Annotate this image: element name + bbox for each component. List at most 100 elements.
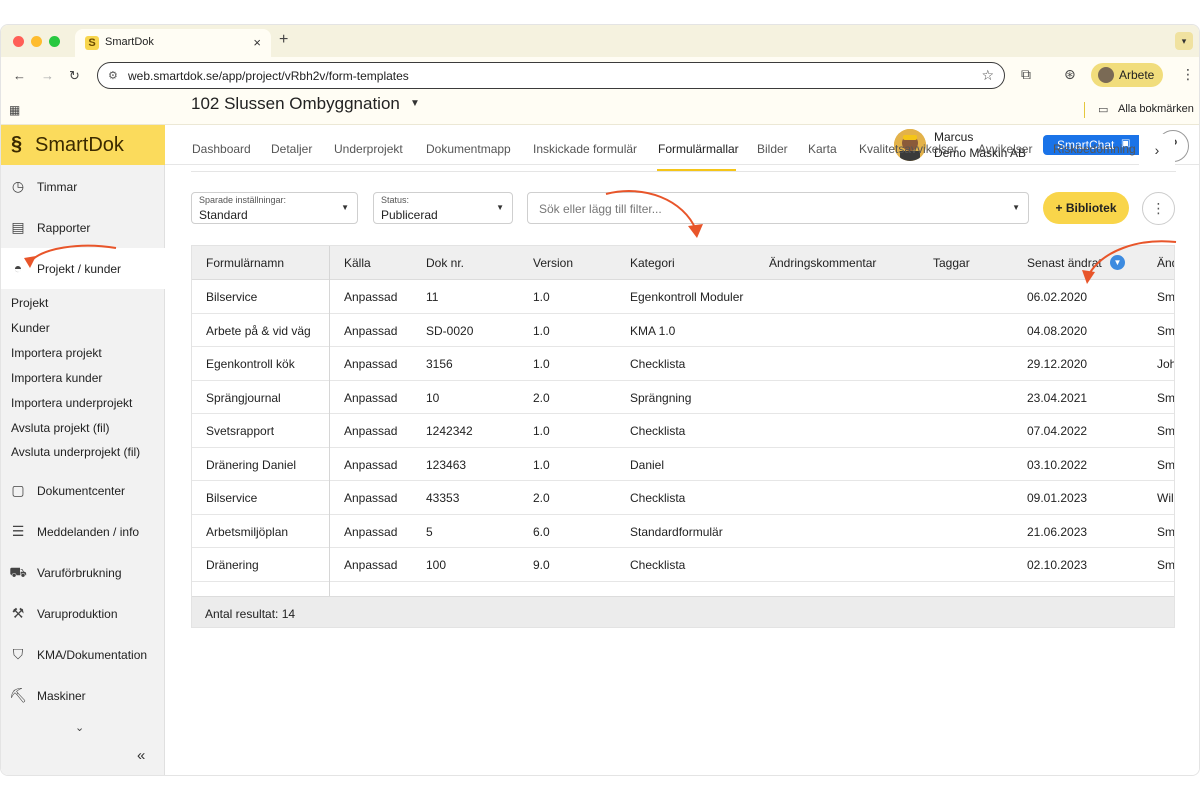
sidebar-item-label: Dokumentcenter [37, 484, 126, 498]
tab-close-icon[interactable]: × [253, 35, 261, 50]
chatgpt-extension-icon[interactable]: ⊛ [1064, 66, 1076, 83]
close-window-button[interactable] [13, 36, 24, 47]
table-row[interactable]: Dränering Anpassad 100 9.0 Checklista 02.10.2… [192, 548, 1174, 582]
sort-descending-icon[interactable]: ▼ [1110, 255, 1125, 270]
column-header-andrad-av[interactable]: Änd [1157, 256, 1174, 270]
address-bar[interactable]: ⚙ web.smartdok.se/app/project/vRbh2v/for… [97, 62, 1005, 89]
subnav-item-kunder[interactable]: Kunder [1, 315, 165, 340]
filter-search-input[interactable]: Sök eller lägg till filter... ▼ [527, 192, 1029, 224]
tab-karta[interactable]: Karta [808, 142, 837, 156]
logo[interactable]: § SmartDok [1, 125, 165, 165]
sidebar-item-meddelanden[interactable]: ☰ Meddelanden / info [1, 511, 165, 552]
sidebar-item-dokumentcenter[interactable]: ▢ Dokumentcenter [1, 470, 165, 511]
sidebar-item-label: Timmar [37, 180, 78, 194]
saved-settings-select[interactable]: Sparade inställningar: Standard ▼ [191, 192, 358, 224]
column-header-kalla[interactable]: Källa [344, 256, 371, 270]
minimize-window-button[interactable] [31, 36, 42, 47]
table-cell: 1.0 [533, 290, 550, 304]
sidebar-item-varuproduktion[interactable]: ⚒ Varuproduktion [1, 593, 165, 634]
all-bookmarks-link[interactable]: Alla bokmärken [1118, 103, 1194, 115]
tab-detaljer[interactable]: Detaljer [271, 142, 312, 156]
column-header-formularnamn[interactable]: Formulärnamn [206, 256, 284, 270]
column-header-version[interactable]: Version [533, 256, 573, 270]
project-title[interactable]: 102 Slussen Ombyggnation [191, 94, 400, 114]
table-row[interactable]: Bilservice Anpassad 11 1.0 Egenkontroll Modu… [192, 280, 1174, 314]
sidebar-item-varuforbrukning[interactable]: ⛟ Varuförbrukning [1, 552, 165, 593]
collapse-sidebar-button[interactable]: « [137, 747, 145, 764]
table-row[interactable]: Bilservice Anpassad 43353 2.0 Checklista 09.0… [192, 481, 1174, 515]
table-row[interactable]: Egenkontroll kök Anpassad 3156 1.0 Checklist… [192, 347, 1174, 381]
tab-inskickade-formular[interactable]: Inskickade formulär [533, 142, 637, 156]
tab-dokumentmapp[interactable]: Dokumentmapp [426, 142, 511, 156]
bookmark-star-icon[interactable]: ☆ [981, 67, 994, 84]
subnav-label: Importera kunder [11, 371, 103, 385]
table-cell: Anpassad [344, 491, 398, 505]
table-cell: 43353 [426, 491, 460, 505]
sidebar-item-rapporter[interactable]: ▤ Rapporter [1, 207, 165, 248]
add-library-button[interactable]: + Bibliotek [1043, 192, 1129, 224]
subnav-item-avsluta-underprojekt[interactable]: Avsluta underprojekt (fil) [1, 439, 165, 464]
tab-dashboard[interactable]: Dashboard [192, 142, 251, 156]
subnav-item-projekt[interactable]: Projekt [1, 290, 165, 315]
table-cell: 6.0 [533, 524, 550, 539]
new-tab-button[interactable]: + [279, 31, 288, 49]
table-cell: Anpassad [344, 357, 398, 371]
table-cell: Svetsrapport [206, 424, 275, 438]
browser-menu-icon[interactable]: ⋮ [1181, 66, 1195, 83]
sidebar-item-timmar[interactable]: ◷ Timmar [1, 166, 165, 207]
subnav-item-importera-kunder[interactable]: Importera kunder [1, 365, 165, 390]
project-dropdown-caret-icon[interactable]: ▼ [410, 98, 420, 109]
tab-bilder[interactable]: Bilder [757, 142, 788, 156]
sidebar-scroll-chevron-down-icon[interactable]: ⌄ [75, 721, 84, 734]
sidebar-item-label: Varuproduktion [37, 607, 118, 621]
tab-search-chevron-icon[interactable]: ▾ [1175, 32, 1193, 50]
table-row[interactable]: Dränering Daniel Anpassad 123463 1.0 Daniel 0… [192, 447, 1174, 481]
table-row[interactable]: Svetsrapport Anpassad 1242342 1.0 Checklista… [192, 414, 1174, 448]
table-cell: KMA 1.0 [630, 323, 676, 338]
extensions-puzzle-icon[interactable]: ⧉ [1021, 66, 1031, 83]
column-header-andringskommentar[interactable]: Ändringskommentar [769, 256, 876, 270]
reload-icon[interactable]: ↻ [69, 68, 80, 84]
site-settings-icon[interactable]: ⚙ [108, 69, 118, 82]
tab-avvikelser[interactable]: Avvikelser [978, 142, 1032, 156]
tab-kvalitetsavvikelser[interactable]: Kvalitetsavvikelser [859, 142, 958, 156]
table-cell: Sma [1157, 390, 1175, 405]
logo-text: SmartDok [35, 134, 124, 156]
apps-grid-icon[interactable]: ▦ [9, 103, 20, 117]
table-row[interactable]: Sprängjournal Anpassad 10 2.0 Sprängning 23.0… [192, 380, 1175, 414]
column-header-senast-andrat[interactable]: Senast ändrat [1027, 256, 1102, 270]
table-cell: Checklista [630, 424, 686, 438]
subnav-item-importera-projekt[interactable]: Importera projekt [1, 340, 165, 365]
tabs-scroll-right-chevron-icon[interactable]: › [1139, 134, 1175, 168]
chevron-down-icon: ▼ [341, 203, 349, 212]
sidebar-item-projekt-kunder[interactable]: ◓ Projekt / kunder [1, 248, 165, 289]
document-icon: ▢ [11, 482, 25, 498]
column-header-kategori[interactable]: Kategori [630, 256, 675, 270]
browser-tab[interactable]: S SmartDok × [75, 29, 271, 57]
tab-riskbedomning[interactable]: Riskbedömning [1053, 142, 1136, 156]
subnav-item-avsluta-projekt[interactable]: Avsluta projekt (fil) [1, 415, 165, 440]
maximize-window-button[interactable] [49, 36, 60, 47]
project-tabs: Dashboard Detaljer Underprojekt Dokument… [191, 138, 1176, 172]
sidebar-item-maskiner[interactable]: ⛏ Maskiner [1, 675, 165, 716]
table-row[interactable]: Arbete på & vid väg Anpassad SD-0020 1.0 KMA… [192, 313, 1174, 347]
report-icon: ▤ [11, 219, 25, 235]
column-header-dok-nr[interactable]: Dok nr. [426, 256, 464, 270]
forward-arrow-icon[interactable]: → [41, 68, 54, 83]
sidebar-item-kma[interactable]: ⛉ KMA/Dokumentation [1, 634, 165, 675]
table-row[interactable]: Arbetsmiljöplan Anpassad 5 6.0 Standardformu… [192, 514, 1174, 548]
tab-formularmallar[interactable]: Formulärmallar [658, 142, 739, 156]
back-arrow-icon[interactable]: ← [13, 68, 26, 83]
profile-button[interactable]: Arbete [1091, 63, 1163, 87]
status-select[interactable]: Status: Publicerad ▼ [373, 192, 513, 224]
browser-tab-title: SmartDok [105, 36, 154, 48]
form-templates-table: Formulärnamn Källa Dok nr. Version Kateg… [191, 245, 1175, 628]
subnav-item-importera-underprojekt[interactable]: Importera underprojekt [1, 390, 165, 415]
more-options-button[interactable]: ⋮ [1142, 192, 1175, 225]
status-label: Status: [381, 195, 410, 205]
browser-toolbar: ← → ↻ ⚙ web.smartdok.se/app/project/vRbh… [1, 57, 1199, 95]
column-header-taggar[interactable]: Taggar [933, 256, 970, 270]
tab-underprojekt[interactable]: Underprojekt [334, 142, 403, 156]
table-cell: 100 [426, 558, 447, 572]
table-cell: 2.0 [533, 491, 550, 505]
